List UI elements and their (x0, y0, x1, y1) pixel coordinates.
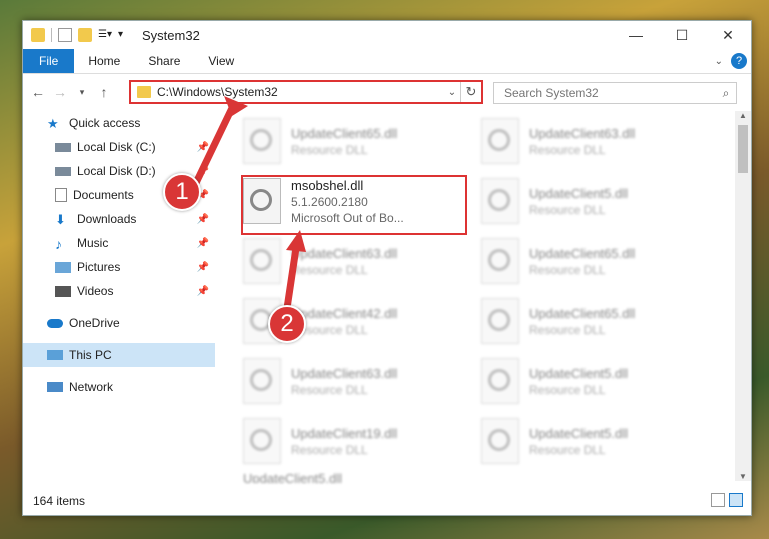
arrow-head (286, 230, 306, 252)
annotation-arrows (191, 96, 306, 316)
arrow-to-address-bar (191, 106, 236, 187)
step-2-marker: 2 (268, 305, 306, 343)
step-1-marker: 1 (163, 173, 201, 211)
